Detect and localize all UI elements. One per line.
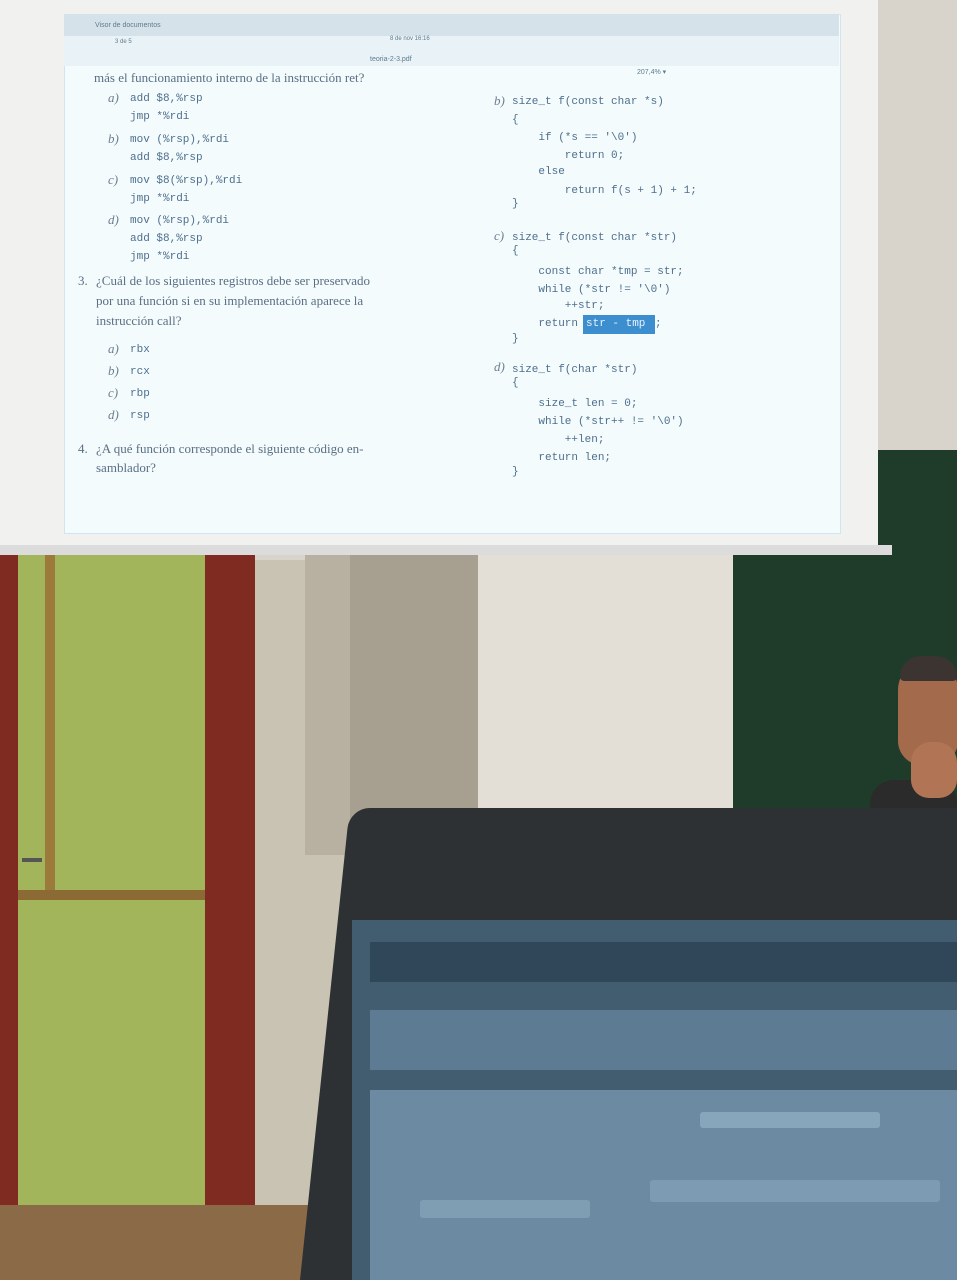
lecturer-hair — [900, 656, 957, 681]
question-3-line-2: por una función si en su implementación … — [96, 293, 364, 308]
q3-option-label-a: a) — [108, 341, 119, 356]
document-name: teoria-2-3.pdf — [370, 56, 412, 63]
option-d-line-3: jmp *%rdi — [130, 251, 190, 263]
b-code-line-4: return 0; — [512, 150, 625, 162]
q3-option-label-b: b) — [108, 363, 119, 378]
door-rail — [18, 890, 205, 900]
desk — [0, 1205, 320, 1280]
b-code-line-7: } — [512, 198, 519, 210]
right-option-label-d: d) — [494, 359, 505, 374]
c-code-line-4: while (*str != '\0') — [512, 284, 671, 296]
screen-bottom-bar — [0, 545, 892, 555]
d-code-line-5: ++len; — [512, 434, 605, 446]
q3-option-c: rbp — [130, 388, 150, 400]
option-a-line-2: jmp *%rdi — [130, 111, 190, 123]
option-b-line-1: mov (%rsp),%rdi — [130, 134, 230, 146]
right-option-label-c: c) — [494, 228, 505, 243]
laptop-tabs — [370, 1010, 957, 1070]
zoom-level[interactable]: 207,4% ▾ — [637, 68, 666, 76]
question-intro: más el funcionamiento interno de la inst… — [94, 70, 365, 85]
question-4-number: 4. — [78, 441, 88, 456]
window-title: Visor de documentos — [95, 22, 161, 29]
highlighted-expression: str - tmp — [586, 318, 646, 330]
question-4-line-2: samblador? — [96, 460, 156, 475]
option-label-d: d) — [108, 212, 119, 227]
d-code-line-4: while (*str++ != '\0') — [512, 416, 684, 428]
laptop-ui-row — [420, 1200, 590, 1218]
question-3-line-1: ¿Cuál de los siguientes registros debe s… — [96, 273, 371, 288]
laptop-ui-row — [700, 1112, 880, 1128]
c-code-line-7: } — [512, 333, 519, 345]
b-code-line-5: else — [512, 166, 565, 178]
q3-option-a: rbx — [130, 344, 150, 356]
option-label-c: c) — [108, 172, 119, 187]
question-3-number: 3. — [78, 273, 88, 288]
option-a-line-1: add $8,%rsp — [130, 93, 203, 105]
white-panel — [478, 555, 733, 835]
lecturer-hand — [911, 742, 957, 798]
c-code-line-3: const char *tmp = str; — [512, 266, 684, 278]
b-code-line-2: { — [512, 114, 519, 126]
q3-option-b: rcx — [130, 366, 150, 378]
option-b-line-2: add $8,%rsp — [130, 152, 203, 164]
option-d-line-2: add $8,%rsp — [130, 233, 203, 245]
option-c-line-2: jmp *%rdi — [130, 193, 190, 205]
option-c-line-1: mov $8(%rsp),%rdi — [130, 175, 243, 187]
door-stile — [45, 555, 55, 895]
question-4-line-1: ¿A qué función corresponde el siguiente … — [96, 441, 364, 456]
question-3-line-3: instrucción call? — [96, 313, 182, 328]
q3-option-d: rsp — [130, 410, 150, 422]
c-code-line-5: ++str; — [512, 300, 605, 312]
d-code-line-7: } — [512, 466, 519, 478]
laptop-title-bar — [370, 942, 957, 982]
page-indicator[interactable]: 3 de 5 — [115, 39, 132, 45]
q3-option-label-d: d) — [108, 407, 119, 422]
viewer-top-bar — [64, 14, 839, 36]
d-code-line-2: { — [512, 377, 519, 389]
door-handle — [22, 858, 42, 862]
viewer-toolbar — [64, 36, 839, 66]
option-label-a: a) — [108, 90, 119, 105]
c-code-line-1: size_t f(const char *str) — [512, 232, 678, 244]
c-code-line-6: return — [512, 318, 585, 330]
laptop-ui-row — [650, 1180, 940, 1202]
c-code-semicolon: ; — [655, 318, 662, 330]
d-code-line-6: return len; — [512, 452, 612, 464]
d-code-line-1: size_t f(char *str) — [512, 364, 638, 376]
b-code-line-6: return f(s + 1) + 1; — [512, 185, 697, 197]
clock: 8 de nov 16:16 — [390, 36, 430, 42]
option-d-line-1: mov (%rsp),%rdi — [130, 215, 230, 227]
b-code-line-1: size_t f(const char *s) — [512, 96, 664, 108]
c-code-line-2: { — [512, 245, 519, 257]
b-code-line-3: if (*s == '\0') — [512, 132, 638, 144]
d-code-line-3: size_t len = 0; — [512, 398, 638, 410]
right-option-label-b: b) — [494, 93, 505, 108]
q3-option-label-c: c) — [108, 385, 119, 400]
option-label-b: b) — [108, 131, 119, 146]
